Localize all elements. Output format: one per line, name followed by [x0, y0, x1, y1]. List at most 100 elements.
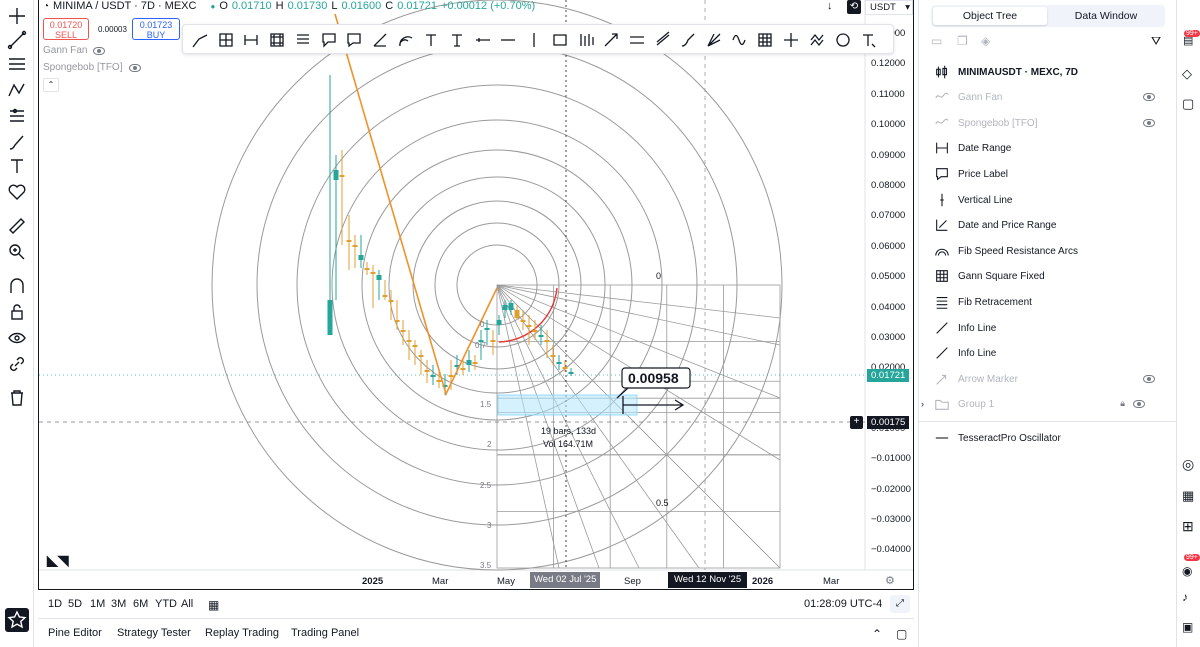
clock-text[interactable]: 01:28:09 UTC-4 [804, 598, 882, 610]
parallel-channel-icon[interactable] [626, 29, 648, 51]
tab-object-tree[interactable]: Object Tree [933, 7, 1047, 25]
signal-icon[interactable]: ◉ [1182, 564, 1192, 578]
fib-arcs-icon[interactable] [395, 29, 417, 51]
tree-item[interactable]: Arrow Marker [931, 368, 1167, 390]
tradingview-logo[interactable]: ◣◥ [47, 552, 69, 569]
speed-icon[interactable]: ◎ [1182, 456, 1194, 473]
tab-trading-panel[interactable]: Trading Panel [291, 627, 359, 639]
range-3m[interactable]: 3M [111, 598, 126, 610]
buy-button[interactable]: 0.01723 BUY [132, 18, 180, 40]
study-legend-spongebob[interactable]: Spongebob [TFO] [43, 62, 141, 73]
ruler-icon[interactable] [5, 214, 29, 238]
lock-icon[interactable]: 🔒︎ [1120, 398, 1125, 409]
date-price-range-box[interactable] [497, 394, 638, 416]
callout-icon[interactable] [318, 29, 340, 51]
range-5d[interactable]: 5D [68, 598, 82, 610]
zoom-in-icon[interactable] [5, 240, 29, 264]
rectangle-icon[interactable] [549, 29, 571, 51]
replay-icon[interactable]: ⟲ [847, 0, 861, 14]
hidden-eye-icon[interactable] [1143, 93, 1155, 101]
symbol-title[interactable]: MINIMA / USDT · 7D · MEXC [53, 0, 196, 12]
tree-item[interactable]: Spongebob [TFO] [931, 112, 1167, 134]
object-tree-icon[interactable]: ◇ [1182, 66, 1192, 82]
scroll-down-icon[interactable]: ↓ [827, 0, 839, 14]
anchored-text-icon[interactable] [446, 29, 468, 51]
trend-angle-icon[interactable] [369, 29, 391, 51]
clone-icon[interactable]: ❐ [957, 34, 968, 48]
text-icon[interactable] [5, 154, 29, 178]
tree-item[interactable]: TesseractPro Oscillator [931, 427, 1167, 449]
hidden-eye-icon[interactable] [93, 46, 106, 55]
eye-icon[interactable] [5, 326, 29, 350]
filter-icon[interactable]: ⛛ [1151, 34, 1161, 49]
calendar-side-icon[interactable]: ▦ [1182, 488, 1194, 504]
collapse-legend-icon[interactable]: ⌃ [43, 78, 59, 92]
layers-icon[interactable]: ◈ [981, 34, 990, 48]
gann-square-icon[interactable] [215, 29, 237, 51]
settings-gear-icon[interactable]: ⚙ [885, 574, 895, 587]
symbol-legend[interactable]: ◔ MINIMA / USDT · 7D · MEXC ● O 0.01710 H… [43, 0, 535, 12]
brush-icon[interactable] [677, 29, 699, 51]
tree-item[interactable]: Vertical Line [931, 189, 1167, 211]
tree-item[interactable]: Fib Retracement [931, 291, 1167, 313]
chart-pane[interactable]: 0 0.5 0 0.7 1.5 2 2.5 3 3.5 0.00958 19 b… [38, 0, 914, 590]
sine-icon[interactable] [729, 29, 751, 51]
collapse-panel-icon[interactable]: ⌃ [872, 627, 882, 641]
range-1m[interactable]: 1M [90, 598, 105, 610]
tree-item[interactable]: Price Label [931, 163, 1167, 185]
tree-item[interactable]: Info Line [931, 317, 1167, 339]
chat-icon[interactable]: ▢ [1182, 96, 1194, 112]
hidden-eye-icon[interactable] [1143, 375, 1155, 383]
crosshair-icon[interactable] [5, 4, 29, 28]
hidden-eye-icon[interactable] [1133, 400, 1145, 408]
trend-line-icon[interactable] [5, 28, 29, 52]
tab-strategy-tester[interactable]: Strategy Tester [117, 627, 191, 639]
tree-item[interactable]: Fib Speed Resistance Arcs [931, 240, 1167, 262]
range-ytd[interactable]: YTD [155, 598, 177, 610]
adjust-icon[interactable]: ⤢ [890, 595, 910, 613]
text-icon[interactable] [420, 29, 442, 51]
gann-box-icon[interactable] [266, 29, 288, 51]
fan-line[interactable] [496, 284, 781, 319]
fib-tools-icon[interactable] [5, 52, 29, 76]
patterns-icon[interactable] [5, 78, 29, 102]
sell-button[interactable]: 0.01720 SELL [43, 18, 89, 40]
regression-icon[interactable] [652, 29, 674, 51]
tree-item[interactable]: Date Range [931, 137, 1167, 159]
link-icon[interactable] [5, 352, 29, 376]
range-6m[interactable]: 6M [133, 598, 148, 610]
range-all[interactable]: All [181, 598, 193, 610]
bars-pattern-icon[interactable] [575, 29, 597, 51]
arrow-icon[interactable] [600, 29, 622, 51]
fan-icon[interactable] [703, 29, 725, 51]
comment-icon[interactable] [343, 29, 365, 51]
magnet-icon[interactable] [5, 274, 29, 298]
tree-item[interactable]: Info Line [931, 342, 1167, 364]
tab-pine-editor[interactable]: Pine Editor [48, 627, 102, 639]
new-folder-icon[interactable]: ▭ [931, 34, 942, 48]
circle-icon[interactable] [832, 29, 854, 51]
tab-replay-trading[interactable]: Replay Trading [205, 627, 279, 639]
hidden-eye-icon[interactable] [1143, 119, 1155, 127]
date-range-icon[interactable] [240, 29, 262, 51]
star-icon[interactable] [5, 608, 29, 632]
lock-icon[interactable] [5, 300, 29, 324]
fan-line[interactable] [496, 284, 700, 569]
bell-icon[interactable]: ♪ [1182, 590, 1188, 604]
tree-item[interactable]: › Group 1 🔒︎ [921, 393, 1157, 415]
fan-line[interactable] [496, 284, 781, 569]
grid-icon[interactable] [754, 29, 776, 51]
maximize-panel-icon[interactable]: ▢ [896, 627, 907, 641]
vertical-line-icon[interactable] [523, 29, 545, 51]
tree-item[interactable]: MINIMAUSDT · MEXC, 7D [931, 61, 1167, 83]
prediction-icon[interactable] [5, 104, 29, 128]
trash-icon[interactable] [5, 386, 29, 410]
calendar-icon[interactable]: ▦ [208, 598, 219, 612]
pattern-icon[interactable] [806, 29, 828, 51]
tree-item[interactable]: Gann Square Fixed [931, 265, 1167, 287]
info-line-path[interactable] [334, 13, 498, 397]
heart-icon[interactable] [5, 180, 29, 204]
info-line-icon[interactable] [189, 29, 211, 51]
fib-retracement-icon[interactable] [292, 29, 314, 51]
help-icon[interactable]: ▣ [1182, 620, 1193, 634]
